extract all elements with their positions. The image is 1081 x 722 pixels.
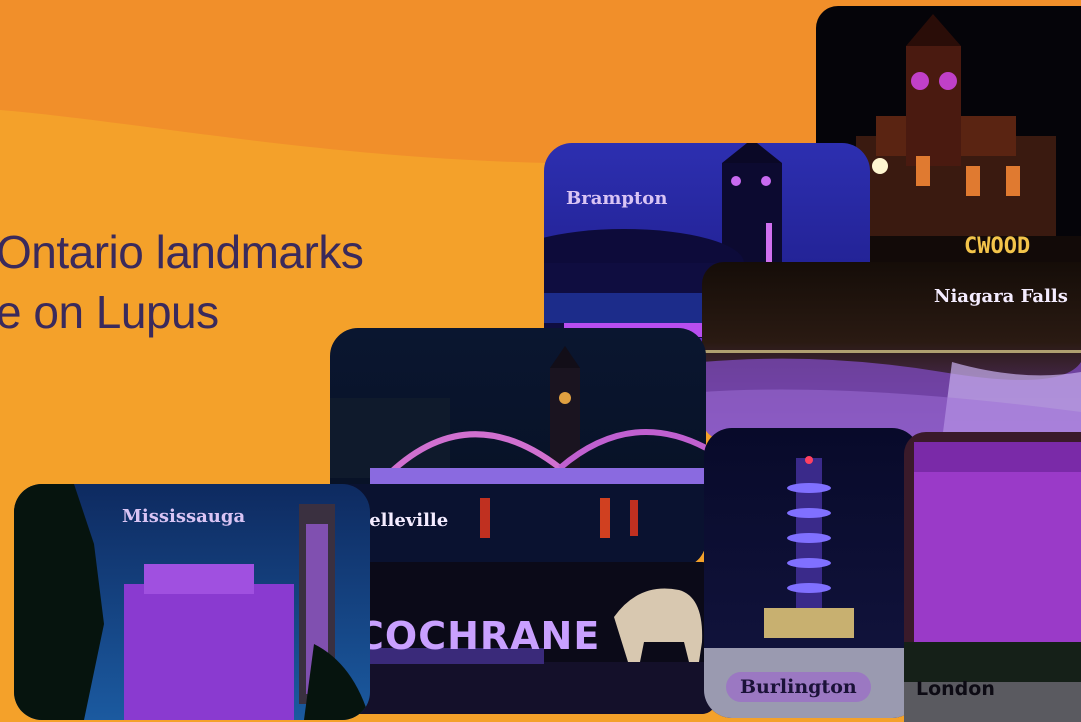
niagara-label: Niagara Falls (934, 286, 1068, 307)
brampton-label: Brampton (566, 188, 668, 209)
headline-line-1: Ontario landmarks (0, 226, 364, 278)
cochrane-sign: COCHRANE (356, 614, 601, 658)
mississauga-label: Mississauga (122, 506, 246, 527)
photo-belleville: Belleville (330, 328, 706, 568)
cobourg-sign: CWOOD (964, 234, 1031, 259)
photo-london: London (904, 432, 1081, 722)
photo-burlington: Burlington (704, 428, 920, 718)
london-label: London (916, 678, 995, 700)
headline-line-2: e on Lupus (0, 286, 219, 338)
photo-cochrane: COCHRANE (344, 562, 716, 714)
photo-niagara: Niagara Falls (702, 262, 1081, 440)
burlington-label: Burlington (726, 672, 871, 702)
headline: Ontario landmarks e on Lupus (0, 222, 364, 342)
photo-mississauga: Mississauga (14, 484, 370, 720)
